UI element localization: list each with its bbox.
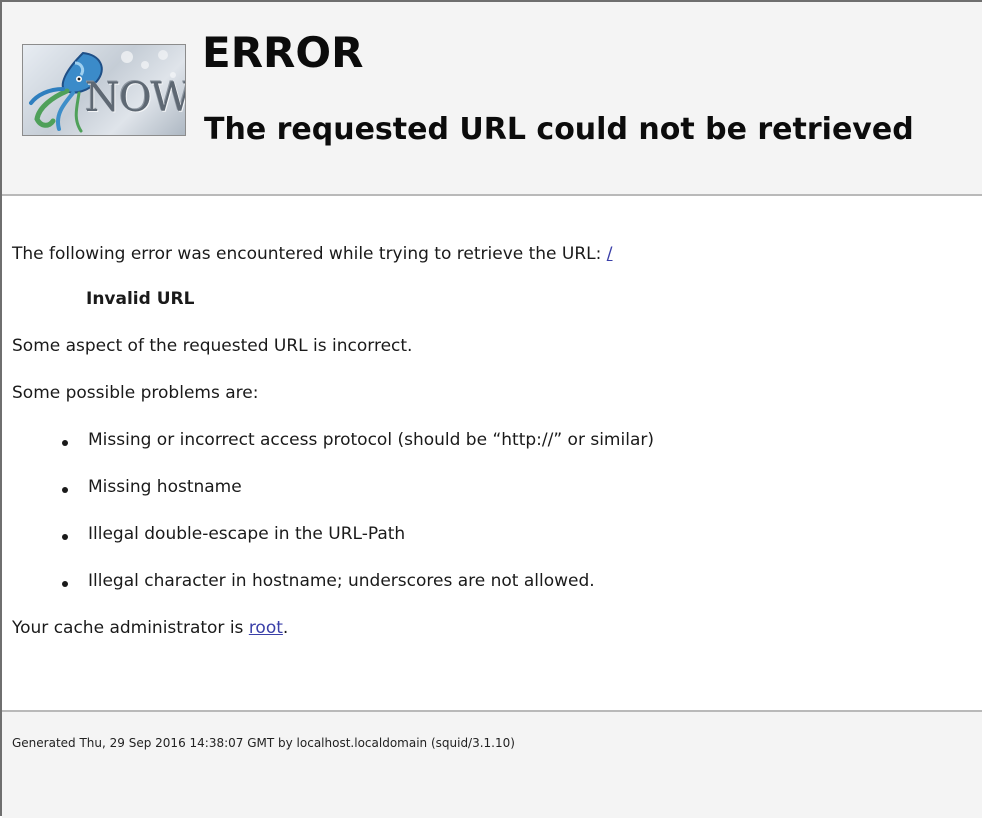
page-subtitle: The requested URL could not be retrieved bbox=[204, 112, 914, 147]
admin-suffix: . bbox=[282, 618, 289, 638]
intro-text: The following error was encountered whil… bbox=[12, 244, 607, 264]
logo-text: NOW bbox=[85, 75, 186, 121]
error-title: Invalid URL bbox=[86, 289, 195, 309]
generated-info: Generated Thu, 29 Sep 2016 14:38:07 GMT … bbox=[12, 736, 515, 750]
problem-text: Missing hostname bbox=[88, 477, 242, 497]
problems-intro: Some possible problems are: bbox=[12, 383, 259, 403]
bullet-icon bbox=[62, 534, 68, 540]
problem-text: Missing or incorrect access protocol (sh… bbox=[88, 430, 654, 450]
page-title: ERROR bbox=[202, 28, 364, 77]
requested-url-link[interactable]: / bbox=[607, 244, 613, 264]
squid-logo: NOW bbox=[22, 44, 186, 136]
problem-text: Illegal character in hostname; underscor… bbox=[88, 571, 595, 591]
error-page: NOW ERROR The requested URL could not be… bbox=[0, 0, 982, 818]
bullet-icon bbox=[62, 487, 68, 493]
bullet-icon bbox=[62, 440, 68, 446]
page-footer: Generated Thu, 29 Sep 2016 14:38:07 GMT … bbox=[2, 712, 982, 818]
admin-prefix: Your cache administrator is bbox=[12, 618, 249, 638]
intro-line: The following error was encountered whil… bbox=[12, 246, 613, 263]
error-description: Some aspect of the requested URL is inco… bbox=[12, 336, 413, 356]
page-header: NOW ERROR The requested URL could not be… bbox=[2, 2, 982, 196]
bullet-icon bbox=[62, 581, 68, 587]
admin-line: Your cache administrator is root. bbox=[12, 620, 288, 637]
problem-text: Illegal double-escape in the URL-Path bbox=[88, 524, 406, 544]
admin-link[interactable]: root bbox=[249, 618, 283, 638]
